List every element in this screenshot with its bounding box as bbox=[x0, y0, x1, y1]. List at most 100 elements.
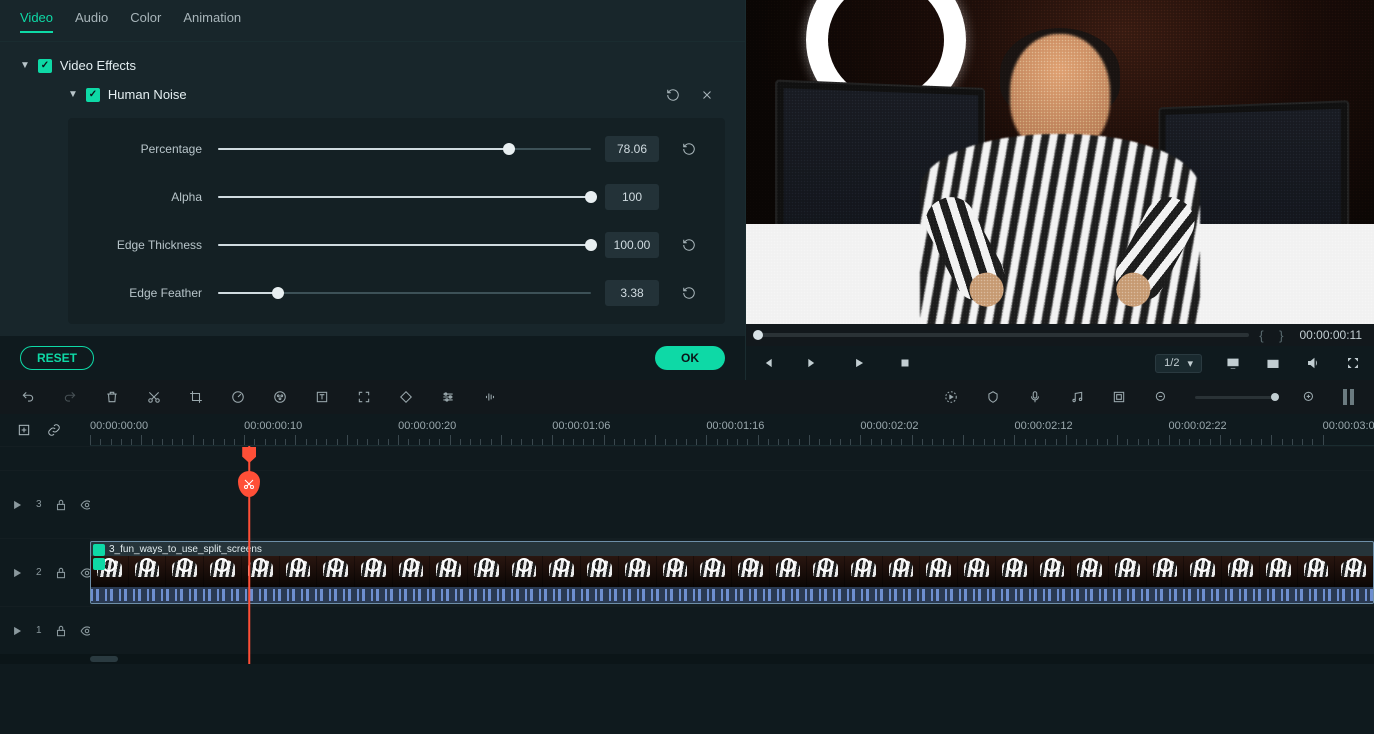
reset-effect-icon[interactable] bbox=[665, 87, 681, 103]
keyframe-icon[interactable] bbox=[398, 389, 414, 405]
zoom-in-icon[interactable] bbox=[1301, 389, 1317, 405]
audio-icon[interactable] bbox=[482, 389, 498, 405]
alpha-slider[interactable] bbox=[218, 189, 591, 205]
preview-viewport[interactable] bbox=[746, 0, 1374, 324]
preview-panel: { } 00:00:00:11 1/2▾ bbox=[745, 0, 1374, 380]
adjust-icon[interactable] bbox=[440, 389, 456, 405]
step-back-icon[interactable] bbox=[758, 354, 776, 372]
snapshot-icon[interactable] bbox=[1264, 354, 1282, 372]
undo-icon[interactable] bbox=[20, 389, 36, 405]
track-1-header: 1 bbox=[0, 607, 90, 654]
ruler-label: 00:00:03:08 bbox=[1323, 420, 1374, 432]
play-icon[interactable] bbox=[850, 354, 868, 372]
tab-animation[interactable]: Animation bbox=[183, 10, 241, 33]
caret-down-icon[interactable]: ▼ bbox=[20, 60, 30, 71]
effects-panel: Video Audio Color Animation ▼ ✓ Video Ef… bbox=[0, 0, 745, 380]
reset-button[interactable]: RESET bbox=[20, 346, 94, 370]
clip-label: 3_fun_ways_to_use_split_screens bbox=[109, 544, 262, 555]
display-icon[interactable] bbox=[1224, 354, 1242, 372]
video-clip[interactable]: 3_fun_ways_to_use_split_screens bbox=[90, 541, 1374, 604]
mark-braces: { } bbox=[1259, 328, 1289, 343]
close-icon[interactable] bbox=[699, 87, 715, 103]
timeline-toolbar bbox=[0, 380, 1374, 414]
zoom-select[interactable]: 1/2▾ bbox=[1155, 354, 1202, 373]
ruler-label: 00:00:01:06 bbox=[552, 420, 610, 432]
edge-thickness-value[interactable] bbox=[605, 232, 659, 258]
redo-icon[interactable] bbox=[62, 389, 78, 405]
ruler-label: 00:00:00:10 bbox=[244, 420, 302, 432]
crop-icon[interactable] bbox=[188, 389, 204, 405]
caret-down-icon[interactable]: ▼ bbox=[68, 89, 78, 100]
expand-icon[interactable] bbox=[356, 389, 372, 405]
audio-waveform bbox=[91, 587, 1373, 603]
ruler-label: 00:00:01:16 bbox=[706, 420, 764, 432]
ok-button[interactable]: OK bbox=[655, 346, 725, 370]
video-effects-header[interactable]: ▼ ✓ Video Effects bbox=[20, 58, 725, 73]
volume-icon[interactable] bbox=[1304, 354, 1322, 372]
marker-icon[interactable] bbox=[985, 389, 1001, 405]
alpha-value[interactable] bbox=[605, 184, 659, 210]
cut-icon[interactable] bbox=[146, 389, 162, 405]
text-icon[interactable] bbox=[314, 389, 330, 405]
track-play-icon[interactable] bbox=[10, 624, 24, 638]
tab-audio[interactable]: Audio bbox=[75, 10, 108, 33]
preview-timecode: 00:00:00:11 bbox=[1299, 328, 1362, 342]
music-icon[interactable] bbox=[1069, 389, 1085, 405]
add-track-icon[interactable] bbox=[16, 422, 32, 438]
reset-edge-thickness-icon[interactable] bbox=[681, 237, 697, 253]
edge-thickness-label: Edge Thickness bbox=[88, 238, 218, 252]
human-noise-header[interactable]: ▼ ✓ Human Noise bbox=[68, 87, 725, 102]
track-height-icon[interactable] bbox=[1343, 389, 1354, 405]
ruler-label: 00:00:02:12 bbox=[1014, 420, 1072, 432]
ruler-label: 00:00:02:22 bbox=[1169, 420, 1227, 432]
track-play-icon[interactable] bbox=[10, 566, 24, 580]
zoom-out-icon[interactable] bbox=[1153, 389, 1169, 405]
timeline-ruler[interactable]: 00:00:00:00 00:00:00:10 00:00:00:20 00:00:0… bbox=[90, 414, 1374, 446]
delete-icon[interactable] bbox=[104, 389, 120, 405]
track-2-header: 2 bbox=[0, 539, 90, 606]
lock-icon[interactable] bbox=[54, 498, 68, 512]
percentage-slider[interactable] bbox=[218, 141, 591, 157]
color-icon[interactable] bbox=[272, 389, 288, 405]
chevron-down-icon: ▾ bbox=[1187, 357, 1193, 370]
video-effects-checkbox[interactable]: ✓ bbox=[38, 59, 52, 73]
human-noise-params: Percentage Alpha Edge Thickness bbox=[68, 118, 725, 324]
mixer-icon[interactable] bbox=[1111, 389, 1127, 405]
playhead-handle[interactable] bbox=[242, 447, 256, 463]
video-effects-title: Video Effects bbox=[60, 58, 136, 73]
clip-effect-badge-icon bbox=[93, 544, 105, 556]
link-icon[interactable] bbox=[46, 422, 62, 438]
fullscreen-icon[interactable] bbox=[1344, 354, 1362, 372]
ruler-label: 00:00:02:02 bbox=[860, 420, 918, 432]
human-noise-checkbox[interactable]: ✓ bbox=[86, 88, 100, 102]
alpha-label: Alpha bbox=[88, 190, 218, 204]
preview-transport: 1/2▾ bbox=[746, 346, 1374, 380]
preview-scrub-bar[interactable]: { } 00:00:00:11 bbox=[746, 324, 1374, 346]
timeline-h-scrollbar[interactable] bbox=[0, 654, 1374, 664]
track-play-icon[interactable] bbox=[10, 498, 24, 512]
clip-effect-badge-icon bbox=[93, 558, 105, 570]
ruler-label: 00:00:00:20 bbox=[398, 420, 456, 432]
edge-feather-slider[interactable] bbox=[218, 285, 591, 301]
ruler-label: 00:00:00:00 bbox=[90, 420, 148, 432]
lock-icon[interactable] bbox=[54, 566, 68, 580]
stop-icon[interactable] bbox=[896, 354, 914, 372]
reset-percentage-icon[interactable] bbox=[681, 141, 697, 157]
timeline: 00:00:00:00 00:00:00:10 00:00:00:20 00:00:0… bbox=[0, 414, 1374, 664]
mic-icon[interactable] bbox=[1027, 389, 1043, 405]
render-icon[interactable] bbox=[943, 389, 959, 405]
percentage-label: Percentage bbox=[88, 142, 218, 156]
edge-thickness-slider[interactable] bbox=[218, 237, 591, 253]
lock-icon[interactable] bbox=[54, 624, 68, 638]
step-forward-icon[interactable] bbox=[804, 354, 822, 372]
percentage-value[interactable] bbox=[605, 136, 659, 162]
speed-icon[interactable] bbox=[230, 389, 246, 405]
tab-video[interactable]: Video bbox=[20, 10, 53, 33]
track-3-header: 3 bbox=[0, 471, 90, 538]
tab-color[interactable]: Color bbox=[130, 10, 161, 33]
timeline-zoom-slider[interactable] bbox=[1195, 396, 1275, 399]
effects-tabs: Video Audio Color Animation bbox=[0, 0, 745, 42]
reset-edge-feather-icon[interactable] bbox=[681, 285, 697, 301]
edge-feather-value[interactable] bbox=[605, 280, 659, 306]
edge-feather-label: Edge Feather bbox=[88, 286, 218, 300]
